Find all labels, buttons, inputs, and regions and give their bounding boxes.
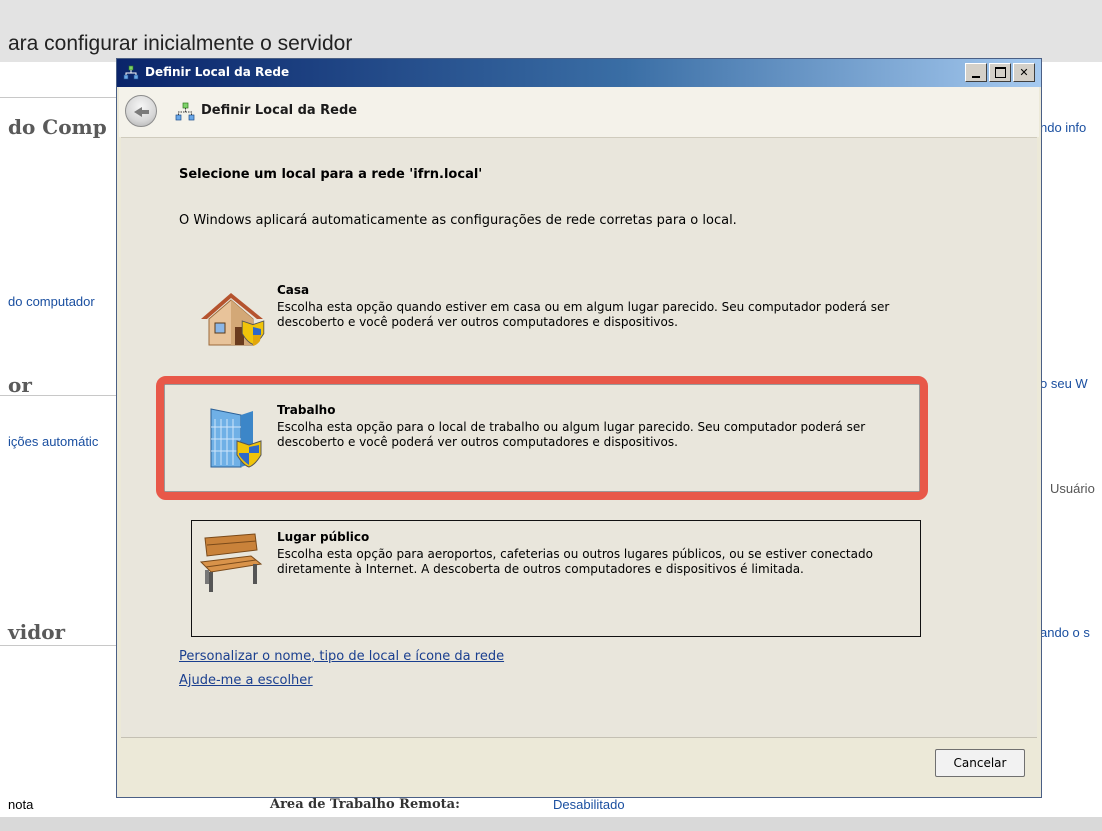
cancel-button[interactable]: Cancelar <box>935 749 1025 777</box>
dialog-footer: Cancelar <box>121 737 1037 795</box>
background-header: ara configurar inicialmente o servidor <box>0 0 1102 62</box>
option-home-title: Casa <box>277 283 310 297</box>
remote-desktop-value[interactable]: Desabilitado <box>553 797 625 812</box>
background-link[interactable]: ando o s <box>1040 625 1090 640</box>
background-link[interactable]: ndo info <box>1040 120 1086 135</box>
background-title: ara configurar inicialmente o servidor <box>8 32 353 55</box>
dialog-window-title: Definir Local da Rede <box>145 65 290 79</box>
dialog-heading: Selecione um local para a rede 'ifrn.loc… <box>179 167 483 182</box>
help-me-choose-link[interactable]: Ajude-me a escolher <box>179 673 313 688</box>
background-link[interactable]: do computador <box>8 294 95 309</box>
background-section-heading: do Comp <box>8 115 107 139</box>
option-public[interactable]: Lugar público Escolha esta opção para ae… <box>191 530 921 620</box>
bench-icon <box>199 533 263 592</box>
dialog-subtext: O Windows aplicará automaticamente as co… <box>179 213 737 228</box>
customize-network-link[interactable]: Personalizar o nome, tipo de local e íco… <box>179 649 504 664</box>
background-link[interactable]: o seu W <box>1040 376 1088 391</box>
background-link[interactable]: nota <box>8 797 33 812</box>
option-public-title: Lugar público <box>277 530 370 544</box>
background-link[interactable]: ições automátic <box>8 434 98 449</box>
house-icon <box>201 293 265 346</box>
divider <box>0 97 116 98</box>
background-section-heading: or <box>8 373 32 397</box>
background-link[interactable]: Usuário <box>1050 481 1095 496</box>
option-home[interactable]: Casa Escolha esta opção quando estiver e… <box>191 283 921 363</box>
network-icon <box>123 65 139 80</box>
dialog-titlebar[interactable]: Definir Local da Rede <box>117 59 1041 87</box>
status-bar <box>0 817 1102 831</box>
remote-desktop-label: Área de Trabalho Remota: <box>270 797 460 812</box>
page-title: Definir Local da Rede <box>201 103 358 118</box>
close-button[interactable] <box>1013 63 1035 82</box>
dialog-header: Definir Local da Rede <box>119 87 1039 137</box>
minimize-button[interactable] <box>965 63 987 82</box>
back-button[interactable] <box>125 95 157 127</box>
highlight-annotation <box>156 376 928 500</box>
background-section-heading: vidor <box>8 620 66 644</box>
network-icon <box>175 102 195 121</box>
divider <box>0 645 116 646</box>
option-public-description: Escolha esta opção para aeroportos, cafe… <box>277 547 873 576</box>
maximize-button[interactable] <box>989 63 1011 82</box>
option-home-description: Escolha esta opção quando estiver em cas… <box>277 300 890 329</box>
